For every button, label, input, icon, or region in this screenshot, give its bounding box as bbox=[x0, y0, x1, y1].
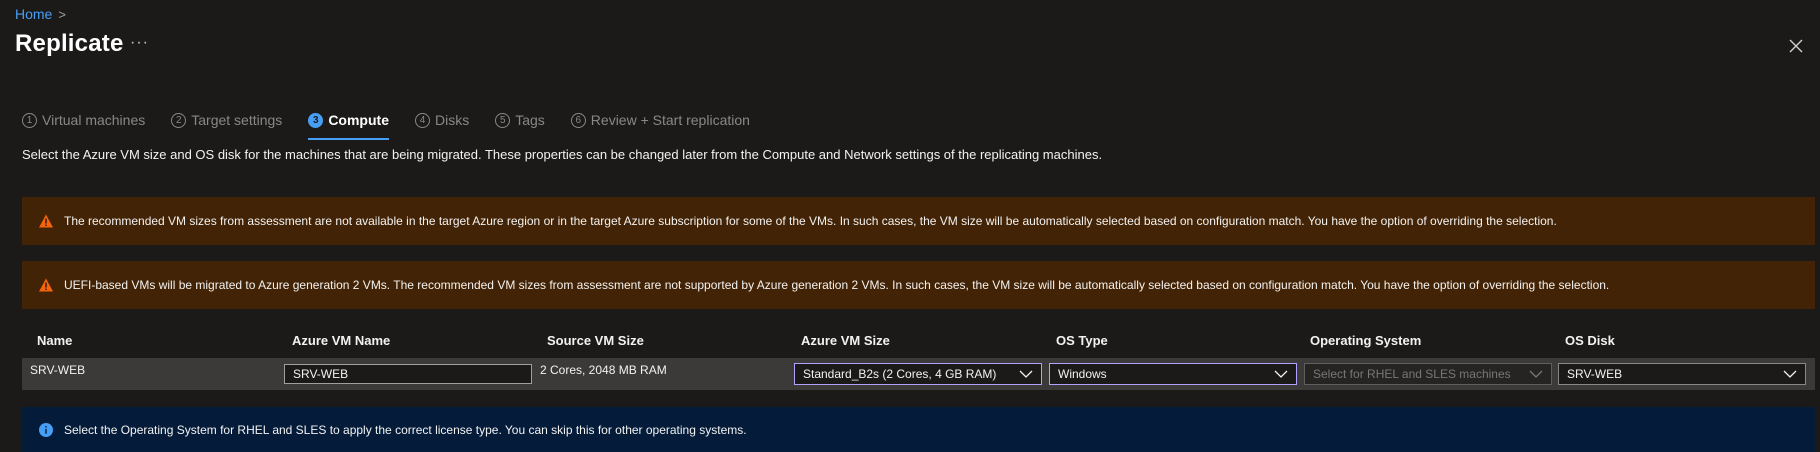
page-title: Replicate bbox=[15, 30, 124, 57]
warning-icon bbox=[39, 278, 53, 292]
dropdown-value: Standard_B2s (2 Cores, 4 GB RAM) bbox=[803, 367, 997, 381]
tab-label: Tags bbox=[515, 112, 545, 128]
step-number: 5 bbox=[495, 112, 511, 128]
info-banner: Select the Operating System for RHEL and… bbox=[22, 407, 1815, 452]
dropdown-value: Windows bbox=[1058, 367, 1107, 381]
tab-review-start-replication[interactable]: 6 Review + Start replication bbox=[570, 108, 750, 132]
tab-target-settings[interactable]: 2 Target settings bbox=[171, 108, 282, 132]
warning-icon bbox=[39, 214, 53, 228]
more-options-button[interactable]: ··· bbox=[130, 34, 149, 52]
tab-label: Virtual machines bbox=[42, 112, 146, 128]
column-header-os-disk: OS Disk bbox=[1565, 333, 1615, 348]
column-header-os-type: OS Type bbox=[1056, 333, 1108, 348]
dropdown-placeholder: Select for RHEL and SLES machines bbox=[1313, 367, 1511, 381]
step-number: 4 bbox=[414, 112, 430, 128]
tab-tags[interactable]: 5 Tags bbox=[495, 108, 545, 132]
table-header: Name Azure VM Name Source VM Size Azure … bbox=[22, 333, 1815, 353]
step-number: 6 bbox=[570, 112, 586, 128]
close-icon[interactable] bbox=[1784, 34, 1808, 58]
warning-banner-uefi: UEFI-based VMs will be migrated to Azure… bbox=[22, 261, 1815, 309]
warning-text: The recommended VM sizes from assessment… bbox=[64, 214, 1557, 228]
info-text: Select the Operating System for RHEL and… bbox=[64, 422, 747, 437]
tab-compute[interactable]: 3 Compute bbox=[308, 108, 389, 140]
step-number: 3 bbox=[308, 112, 324, 128]
tab-virtual-machines[interactable]: 1 Virtual machines bbox=[22, 108, 145, 132]
breadcrumb: Home > bbox=[15, 6, 66, 22]
chevron-down-icon bbox=[1529, 370, 1543, 378]
breadcrumb-home-link[interactable]: Home bbox=[15, 6, 52, 22]
chevron-down-icon bbox=[1274, 370, 1288, 378]
table-row: SRV-WEB SRV-WEB 2 Cores, 2048 MB RAM Sta… bbox=[22, 358, 1815, 390]
chevron-down-icon bbox=[1783, 370, 1797, 378]
step-number: 2 bbox=[171, 112, 187, 128]
tab-label: Disks bbox=[434, 112, 470, 128]
tab-label: Compute bbox=[328, 112, 389, 128]
info-icon bbox=[39, 422, 53, 437]
source-vm-size-cell: 2 Cores, 2048 MB RAM bbox=[540, 363, 667, 377]
column-header-operating-system: Operating System bbox=[1310, 333, 1422, 348]
step-number: 1 bbox=[22, 112, 37, 128]
tab-label: Review + Start replication bbox=[590, 112, 750, 128]
chevron-down-icon bbox=[1019, 370, 1033, 378]
vm-name-cell: SRV-WEB bbox=[30, 363, 86, 377]
column-header-azure-vm-size: Azure VM Size bbox=[801, 333, 890, 348]
column-header-name: Name bbox=[37, 333, 73, 348]
chevron-right-icon: > bbox=[58, 6, 66, 22]
column-header-azure-vm-name: Azure VM Name bbox=[292, 333, 391, 348]
operating-system-dropdown[interactable]: Select for RHEL and SLES machines bbox=[1304, 363, 1552, 385]
tab-label: Target settings bbox=[191, 112, 283, 128]
dropdown-value: SRV-WEB bbox=[1567, 367, 1623, 381]
column-header-source-vm-size: Source VM Size bbox=[547, 333, 644, 348]
warning-text: UEFI-based VMs will be migrated to Azure… bbox=[64, 278, 1610, 292]
warning-banner-assessment: The recommended VM sizes from assessment… bbox=[22, 197, 1815, 245]
tab-disks[interactable]: 4 Disks bbox=[414, 108, 470, 132]
os-disk-dropdown[interactable]: SRV-WEB bbox=[1558, 363, 1806, 385]
azure-vm-size-dropdown[interactable]: Standard_B2s (2 Cores, 4 GB RAM) bbox=[794, 363, 1042, 385]
azure-vm-name-input[interactable]: SRV-WEB bbox=[284, 364, 532, 384]
page-description: Select the Azure VM size and OS disk for… bbox=[22, 147, 1103, 162]
wizard-tabs: 1 Virtual machines 2 Target settings 3 C… bbox=[22, 108, 776, 140]
os-type-dropdown[interactable]: Windows bbox=[1049, 363, 1297, 385]
